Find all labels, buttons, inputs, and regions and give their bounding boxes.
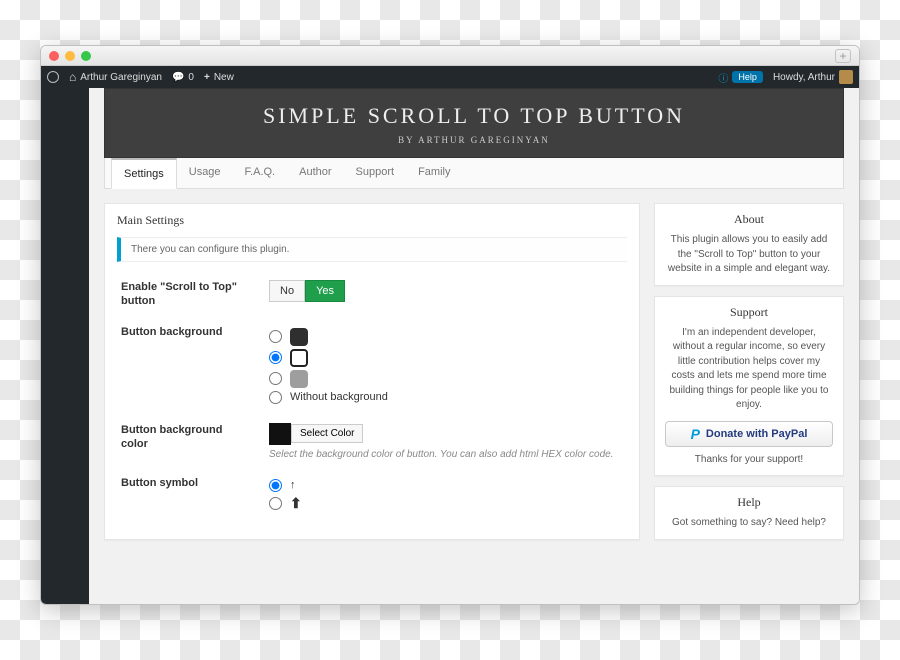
admin-body: SIMPLE SCROLL TO TOP BUTTON BY ARTHUR GA… xyxy=(41,88,859,604)
account-menu[interactable]: Howdy, Arthur xyxy=(773,70,853,84)
tab-support[interactable]: Support xyxy=(344,158,407,188)
comment-icon xyxy=(172,72,184,83)
wordpress-icon xyxy=(47,71,59,83)
tabs-nav: Settings Usage F.A.Q. Author Support Fam… xyxy=(104,158,844,189)
new-tab-button[interactable]: + xyxy=(835,49,851,63)
toggle-yes[interactable]: Yes xyxy=(305,280,345,302)
window-titlebar: + xyxy=(41,46,859,66)
side-column: About This plugin allows you to easily a… xyxy=(654,203,844,540)
tab-settings[interactable]: Settings xyxy=(111,158,177,189)
plus-icon xyxy=(204,72,210,83)
wp-admin-bar: Arthur Gareginyan 0 New ⓘHelp Howdy, Art… xyxy=(41,66,859,88)
tab-faq[interactable]: F.A.Q. xyxy=(233,158,288,188)
enable-toggle[interactable]: No Yes xyxy=(269,280,623,302)
site-name-link[interactable]: Arthur Gareginyan xyxy=(69,70,162,84)
color-swatch xyxy=(269,423,291,445)
thanks-text: Thanks for your support! xyxy=(665,453,833,468)
bg-radio-grey[interactable] xyxy=(269,372,282,385)
main-settings-title: Main Settings xyxy=(105,204,639,237)
settings-notice: There you can configure this plugin. xyxy=(117,237,627,262)
color-label: Button background color xyxy=(121,423,251,460)
about-box: About This plugin allows you to easily a… xyxy=(654,203,844,286)
bg-radio-outline[interactable] xyxy=(269,351,282,364)
bg-radio-dark[interactable] xyxy=(269,330,282,343)
bg-without-text: Without background xyxy=(290,391,388,403)
bg-label: Button background xyxy=(121,325,251,407)
main-settings-panel: Main Settings There you can configure th… xyxy=(104,203,640,540)
plugin-banner: SIMPLE SCROLL TO TOP BUTTON BY ARTHUR GA… xyxy=(104,88,844,158)
admin-sidebar[interactable] xyxy=(41,88,89,604)
support-title: Support xyxy=(665,305,833,320)
about-text: This plugin allows you to easily add the… xyxy=(665,233,833,277)
select-color-button[interactable]: Select Color xyxy=(291,424,363,443)
help-label: Help xyxy=(732,71,763,83)
symbol-radio-2[interactable] xyxy=(269,497,282,510)
window-minimize-icon[interactable] xyxy=(65,51,75,61)
window-close-icon[interactable] xyxy=(49,51,59,61)
paypal-label: Donate with PayPal xyxy=(706,428,807,440)
browser-window: + Arthur Gareginyan 0 New ⓘHelp Howdy, A… xyxy=(40,45,860,605)
support-text: I'm an independent developer, without a … xyxy=(665,326,833,413)
comments-count: 0 xyxy=(188,72,194,83)
paypal-icon: P xyxy=(691,427,700,441)
new-content-link[interactable]: New xyxy=(204,72,234,83)
new-label: New xyxy=(214,72,234,83)
arrow-up-icon: ↑ xyxy=(290,479,296,491)
swatch-dark-icon xyxy=(290,328,308,346)
avatar xyxy=(839,70,853,84)
help-text: Got something to say? Need help? xyxy=(665,516,833,531)
enable-label: Enable "Scroll to Top" button xyxy=(121,280,251,309)
about-title: About xyxy=(665,212,833,227)
symbol-radio-1[interactable] xyxy=(269,479,282,492)
tab-author[interactable]: Author xyxy=(287,158,343,188)
toggle-no[interactable]: No xyxy=(269,280,305,302)
tab-usage[interactable]: Usage xyxy=(177,158,233,188)
help-title: Help xyxy=(665,495,833,510)
window-zoom-icon[interactable] xyxy=(81,51,91,61)
help-link[interactable]: ⓘHelp xyxy=(718,70,763,85)
bg-radio-none[interactable] xyxy=(269,391,282,404)
swatch-outline-icon xyxy=(290,349,308,367)
site-name: Arthur Gareginyan xyxy=(80,72,162,83)
symbol-label: Button symbol xyxy=(121,476,251,515)
arrow-up-bold-icon: ⬆ xyxy=(290,495,302,512)
plugin-title: SIMPLE SCROLL TO TOP BUTTON xyxy=(105,103,843,129)
howdy-text: Howdy, Arthur xyxy=(773,72,835,83)
comments-link[interactable]: 0 xyxy=(172,72,194,83)
tab-family[interactable]: Family xyxy=(406,158,462,188)
support-box: Support I'm an independent developer, wi… xyxy=(654,296,844,477)
home-icon xyxy=(69,70,76,84)
help-box: Help Got something to say? Need help? xyxy=(654,486,844,540)
admin-content: SIMPLE SCROLL TO TOP BUTTON BY ARTHUR GA… xyxy=(89,88,859,604)
color-desc: Select the background color of button. Y… xyxy=(269,449,623,460)
swatch-grey-icon xyxy=(290,370,308,388)
plugin-byline: BY ARTHUR GAREGINYAN xyxy=(105,135,843,145)
donate-paypal-button[interactable]: P Donate with PayPal xyxy=(665,421,833,447)
wp-logo-menu[interactable] xyxy=(47,71,59,83)
